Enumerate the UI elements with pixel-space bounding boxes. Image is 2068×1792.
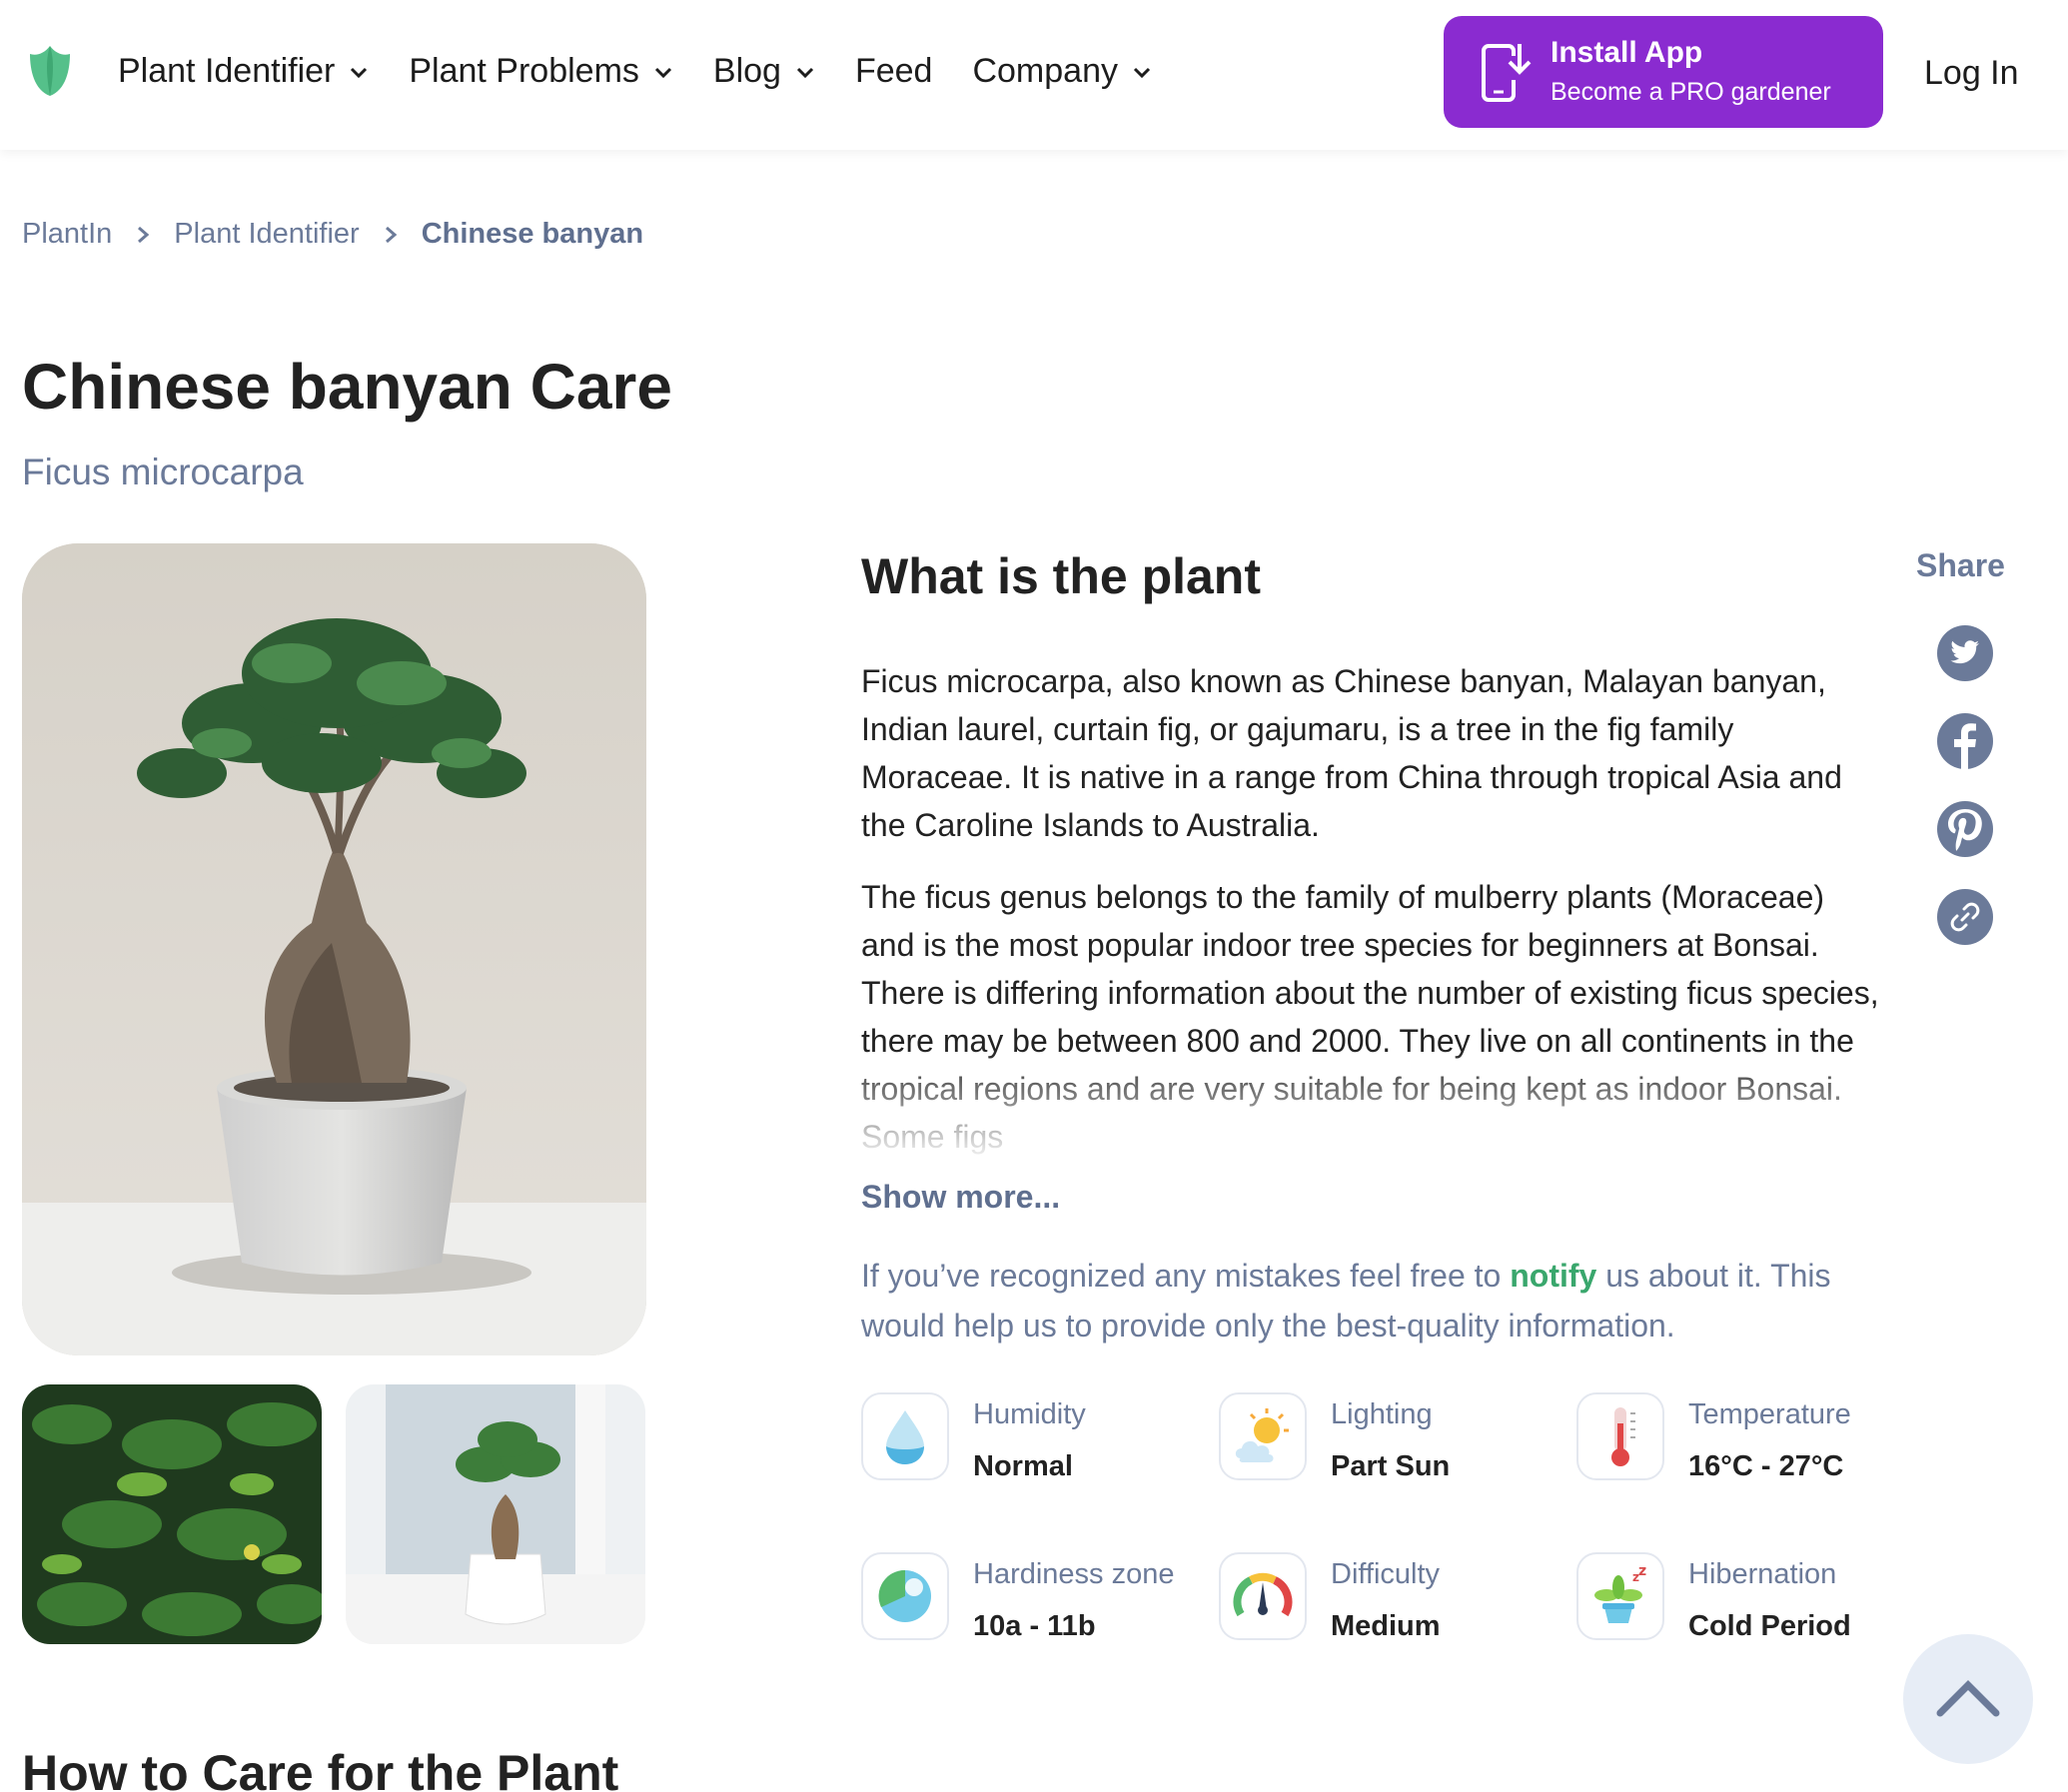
care-value: 16°C - 27°C [1688,1450,1844,1482]
site-header: Plant Identifier Plant Problems Blog Fee… [0,0,2068,150]
chevron-down-icon [796,67,814,78]
hardiness-zone-icon [861,1552,949,1640]
care-value: Normal [973,1450,1073,1482]
share-copy-link-button[interactable] [1937,889,1993,945]
care-value: Part Sun [1331,1450,1451,1482]
breadcrumb-plant-identifier[interactable]: Plant Identifier [174,218,359,251]
breadcrumb: PlantIn Plant Identifier Chinese banyan [22,218,643,251]
care-label: Lighting [1331,1398,1433,1430]
nav-label: Company [972,52,1118,90]
chevron-right-icon [138,226,150,243]
nav-label: Plant Problems [409,52,639,90]
pinterest-icon [1948,809,1982,851]
nav-company[interactable]: Company [972,52,1152,91]
care-label: Humidity [973,1398,1086,1430]
facebook-icon [1954,723,1976,769]
main-nav: Plant Identifier Plant Problems Blog Fee… [118,52,1192,91]
plant-bonsai-illustration [22,543,646,1355]
download-phone-icon [1482,44,1532,102]
chevron-down-icon [351,67,368,78]
breadcrumb-plantin[interactable]: PlantIn [22,218,112,251]
install-app-title: Install App [1551,36,1703,69]
nav-plant-problems[interactable]: Plant Problems [409,52,673,91]
chevron-down-icon [654,67,671,78]
breadcrumb-current: Chinese banyan [421,218,644,250]
care-hibernation: z z Hibernation Cold Period [1576,1552,1916,1652]
page-title: Chinese banyan Care [22,351,672,423]
nav-feed[interactable]: Feed [855,52,933,91]
about-title: What is the plant [861,548,1261,604]
about-paragraph-1: Ficus microcarpa, also known as Chinese … [861,663,1842,843]
svg-text:z: z [1638,1565,1646,1579]
share-twitter-button[interactable] [1937,625,1993,681]
mistake-notice: If you’ve recognized any mistakes feel f… [861,1251,1900,1350]
humidity-icon [861,1392,949,1480]
text-fade-overlay [861,1049,1880,1165]
plant-thumbnail-leaves[interactable] [22,1384,322,1644]
how-to-care-title: How to Care for the Plant [22,1745,619,1792]
install-app-subtitle: Become a PRO gardener [1551,78,1831,106]
scroll-to-top-button[interactable] [1903,1634,2033,1764]
notice-text-before: If you’ve recognized any mistakes feel f… [861,1258,1511,1294]
nav-label: Blog [712,52,781,90]
plant-main-image[interactable] [22,543,646,1355]
care-hardiness-zone: Hardiness zone 10a - 11b [861,1552,1201,1652]
care-label: Hibernation [1688,1558,1837,1590]
care-humidity: Humidity Normal [861,1392,1201,1492]
difficulty-icon [1219,1552,1307,1640]
windowsill-photo [346,1384,645,1644]
chevron-right-icon [385,226,397,243]
temperature-icon [1576,1392,1664,1480]
care-difficulty: Difficulty Medium [1219,1552,1558,1652]
install-app-button[interactable]: Install App Become a PRO gardener [1444,16,1883,128]
show-more-link[interactable]: Show more... [861,1179,1060,1216]
login-link[interactable]: Log In [1924,54,2019,93]
share-pinterest-button[interactable] [1937,801,1993,857]
nav-plant-identifier[interactable]: Plant Identifier [118,52,369,91]
share-facebook-button[interactable] [1937,713,1993,769]
latin-name: Ficus microcarpa [22,451,304,492]
care-label: Difficulty [1331,1558,1441,1590]
care-temperature: Temperature 16°C - 27°C [1576,1392,1916,1492]
chevron-down-icon [1133,67,1151,78]
lighting-icon [1219,1392,1307,1480]
care-value: Medium [1331,1610,1441,1642]
nav-label: Feed [854,52,933,90]
care-label: Temperature [1688,1398,1851,1430]
nav-blog[interactable]: Blog [713,52,815,91]
chevron-up-icon [1936,1680,2000,1717]
leaves-photo [22,1384,322,1644]
nav-label: Plant Identifier [118,52,336,90]
care-label: Hardiness zone [973,1558,1175,1590]
care-value: 10a - 11b [973,1610,1096,1642]
plantin-logo-icon[interactable] [28,44,72,98]
link-icon [1950,902,1980,932]
twitter-icon [1950,640,1979,664]
notify-link[interactable]: notify [1510,1258,1596,1294]
share-title: Share [1916,547,2005,583]
plant-thumbnail-windowsill[interactable] [346,1384,645,1644]
care-lighting: Lighting Part Sun [1219,1392,1558,1492]
hibernation-icon: z z [1576,1552,1664,1640]
care-value: Cold Period [1688,1610,1851,1642]
